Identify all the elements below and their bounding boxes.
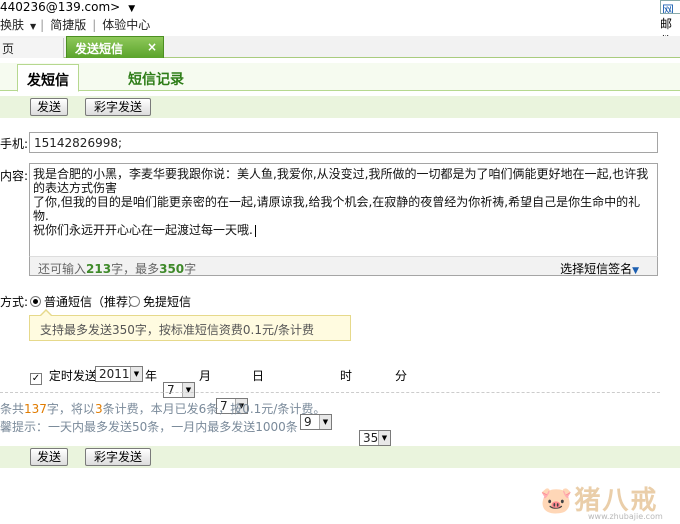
watermark-url: www.zhubajie.com — [588, 512, 663, 521]
year-value: 2011 — [99, 367, 130, 381]
content-line-text: 祝你们永远开开心心在一起渡过每一天哦. — [33, 223, 253, 237]
close-icon[interactable]: × — [147, 40, 157, 54]
mode-normal-option[interactable]: 普通短信（推荐） — [30, 293, 140, 310]
select-arrow-icon: ▼ — [182, 383, 194, 397]
tab-home-label: 页 — [2, 42, 15, 56]
color-send-button[interactable]: 彩字发送 — [85, 98, 151, 116]
text-cursor — [254, 224, 256, 237]
radio-free[interactable] — [129, 296, 140, 307]
radio-normal[interactable] — [30, 296, 41, 307]
subtab-bar — [0, 63, 680, 91]
subtab-send-sms[interactable]: 发短信 — [17, 64, 79, 92]
caret-down-icon[interactable]: ▼ — [30, 22, 36, 31]
billing-text: 字，将以 — [46, 402, 95, 416]
select-arrow-icon: ▼ — [130, 367, 142, 381]
phone-input[interactable]: 15142826998; — [29, 132, 658, 153]
hour-unit: 时 — [340, 369, 353, 383]
billing-text: 条共 — [0, 402, 25, 416]
subtab-sms-records[interactable]: 短信记录 — [128, 69, 184, 89]
day-unit: 日 — [252, 369, 265, 383]
account-email[interactable]: 440236@139.com> — [0, 0, 120, 14]
signature-label: 选择短信签名 — [560, 262, 633, 276]
char-count-bar: 还可输入213字，最多350字 选择短信签名▼ — [29, 256, 658, 276]
skin-link[interactable]: 换肤 — [0, 18, 24, 32]
minute-unit: 分 — [395, 369, 408, 383]
content-label: 内容: — [0, 169, 29, 183]
mode-free-label: 免提短信 — [143, 295, 192, 309]
account-menu[interactable]: 440236@139.com> ▼ — [0, 0, 135, 14]
content-line-last: 祝你们永远开开心心在一起渡过每一天哦. — [33, 223, 654, 237]
content-line: 了你,但我的目的是咱们能更亲密的在一起,请原谅我,给我个机会,在寂静的夜曾经为你… — [33, 195, 641, 223]
divider — [0, 392, 660, 393]
minute-value: 35 — [363, 431, 379, 445]
timed-send-label: 定时发送 — [48, 369, 97, 383]
month-select[interactable]: 7 ▼ — [163, 382, 195, 398]
content-textarea[interactable]: 我是合肥的小黑，李麦华要我跟你说：美人鱼,我爱你,从没变过,我所做的一切都是为了… — [29, 163, 658, 256]
timed-send-option[interactable]: ✓ 定时发送 — [30, 367, 97, 385]
mode-label: 方式: — [0, 295, 29, 309]
tab-send-sms[interactable]: 发送短信 × — [66, 36, 164, 58]
hour-value: 9 — [304, 415, 312, 429]
billing-text: 条计费，本月已发6条，按0.1元/条计费。 — [102, 402, 326, 416]
content-line: 我是合肥的小黑，李麦华要我跟你说：美人鱼,我爱你,从没变过,我所做的一切都是为了… — [33, 167, 649, 195]
count-remaining: 213 — [86, 262, 112, 276]
limit-tip: 馨提示：一天内最多发送50条，一月内最多发送1000条 — [0, 420, 298, 434]
checkbox-checked-icon[interactable]: ✓ — [30, 373, 42, 385]
minute-select[interactable]: 35 ▼ — [359, 430, 391, 446]
send-button[interactable]: 发送 — [30, 98, 68, 116]
month-value: 7 — [167, 383, 175, 397]
count-prefix: 还可输入 — [38, 262, 87, 276]
billing-info: 条共137字，将以3条计费，本月已发6条，按0.1元/条计费。 — [0, 400, 325, 417]
color-send-button-bottom[interactable]: 彩字发送 — [85, 448, 151, 466]
experience-center-link[interactable]: 体验中心 — [102, 18, 150, 32]
simple-version-link[interactable]: 简捷版 — [50, 18, 86, 32]
online-link[interactable]: 网上 — [660, 0, 680, 14]
pig-icon: 🐷 — [540, 486, 575, 516]
signature-dropdown[interactable]: 选择短信签名▼ — [560, 260, 639, 277]
mode-free-option[interactable]: 免提短信 — [129, 293, 191, 310]
month-unit: 月 — [199, 369, 212, 383]
send-button-bottom[interactable]: 发送 — [30, 448, 68, 466]
billing-parts: 3 — [94, 402, 103, 416]
year-unit: 年 — [145, 369, 158, 383]
billing-chars: 137 — [24, 402, 47, 416]
select-arrow-icon: ▼ — [319, 415, 331, 429]
tab-home[interactable]: 页 — [0, 38, 64, 58]
year-select[interactable]: 2011 ▼ — [95, 366, 143, 382]
triangle-down-icon: ▼ — [632, 266, 639, 276]
select-arrow-icon: ▼ — [378, 431, 390, 445]
phone-label: 手机: — [0, 137, 29, 151]
count-mid: 字，最多 — [111, 262, 160, 276]
count-max: 350 — [159, 262, 185, 276]
tab-send-sms-label: 发送短信 — [75, 42, 124, 56]
caret-down-icon[interactable]: ▼ — [128, 4, 135, 14]
mode-normal-label: 普通短信（推荐） — [44, 295, 141, 309]
tip-box: 支持最多发送350字，按标准短信资费0.1元/条计费 — [29, 309, 351, 341]
count-suffix: 字 — [184, 262, 197, 276]
top-links: 换肤 ▼ | 简捷版 | 体验中心 — [0, 18, 151, 32]
